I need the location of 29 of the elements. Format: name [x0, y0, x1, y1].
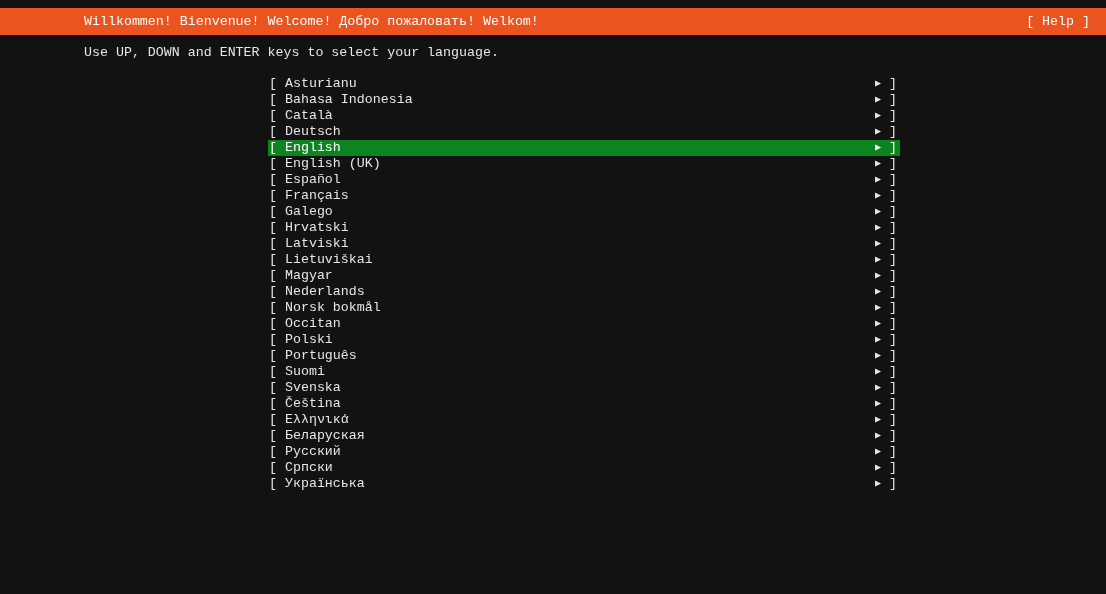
language-option[interactable]: [ Français ▶ ] — [268, 188, 900, 204]
language-option[interactable]: [ Српски ▶ ] — [268, 460, 900, 476]
language-option[interactable]: [ Čeština ▶ ] — [268, 396, 900, 412]
language-option[interactable]: [ Hrvatski ▶ ] — [268, 220, 900, 236]
language-option[interactable]: [ Deutsch ▶ ] — [268, 124, 900, 140]
language-option[interactable]: [ Nederlands ▶ ] — [268, 284, 900, 300]
language-option[interactable]: [ Suomi ▶ ] — [268, 364, 900, 380]
language-option[interactable]: [ Ελληνικά ▶ ] — [268, 412, 900, 428]
welcome-title: Willkommen! Bienvenue! Welcome! Добро пожаловать! Welkom! — [84, 13, 539, 30]
help-button[interactable]: [ Help ] — [1026, 13, 1090, 30]
language-option[interactable]: [ Bahasa Indonesia ▶ ] — [268, 92, 900, 108]
language-option[interactable]: [ Latviski ▶ ] — [268, 236, 900, 252]
language-option[interactable]: [ Lietuviškai ▶ ] — [268, 252, 900, 268]
language-option[interactable]: [ Asturianu ▶ ] — [268, 76, 900, 92]
language-option[interactable]: [ Українська ▶ ] — [268, 476, 900, 492]
language-option[interactable]: [ English ▶ ] — [268, 140, 900, 156]
language-option[interactable]: [ Svenska ▶ ] — [268, 380, 900, 396]
language-option[interactable]: [ Русский ▶ ] — [268, 444, 900, 460]
language-option[interactable]: [ Polski ▶ ] — [268, 332, 900, 348]
language-option[interactable]: [ Norsk bokmål ▶ ] — [268, 300, 900, 316]
language-option[interactable]: [ English (UK) ▶ ] — [268, 156, 900, 172]
instruction-text: Use UP, DOWN and ENTER keys to select your language. — [83, 44, 500, 62]
language-option[interactable]: [ Occitan ▶ ] — [268, 316, 900, 332]
language-option[interactable]: [ Беларуская ▶ ] — [268, 428, 900, 444]
language-option[interactable]: [ Português ▶ ] — [268, 348, 900, 364]
language-option[interactable]: [ Galego ▶ ] — [268, 204, 900, 220]
language-option[interactable]: [ Español ▶ ] — [268, 172, 900, 188]
language-option[interactable]: [ Magyar ▶ ] — [268, 268, 900, 284]
language-option[interactable]: [ Català ▶ ] — [268, 108, 900, 124]
